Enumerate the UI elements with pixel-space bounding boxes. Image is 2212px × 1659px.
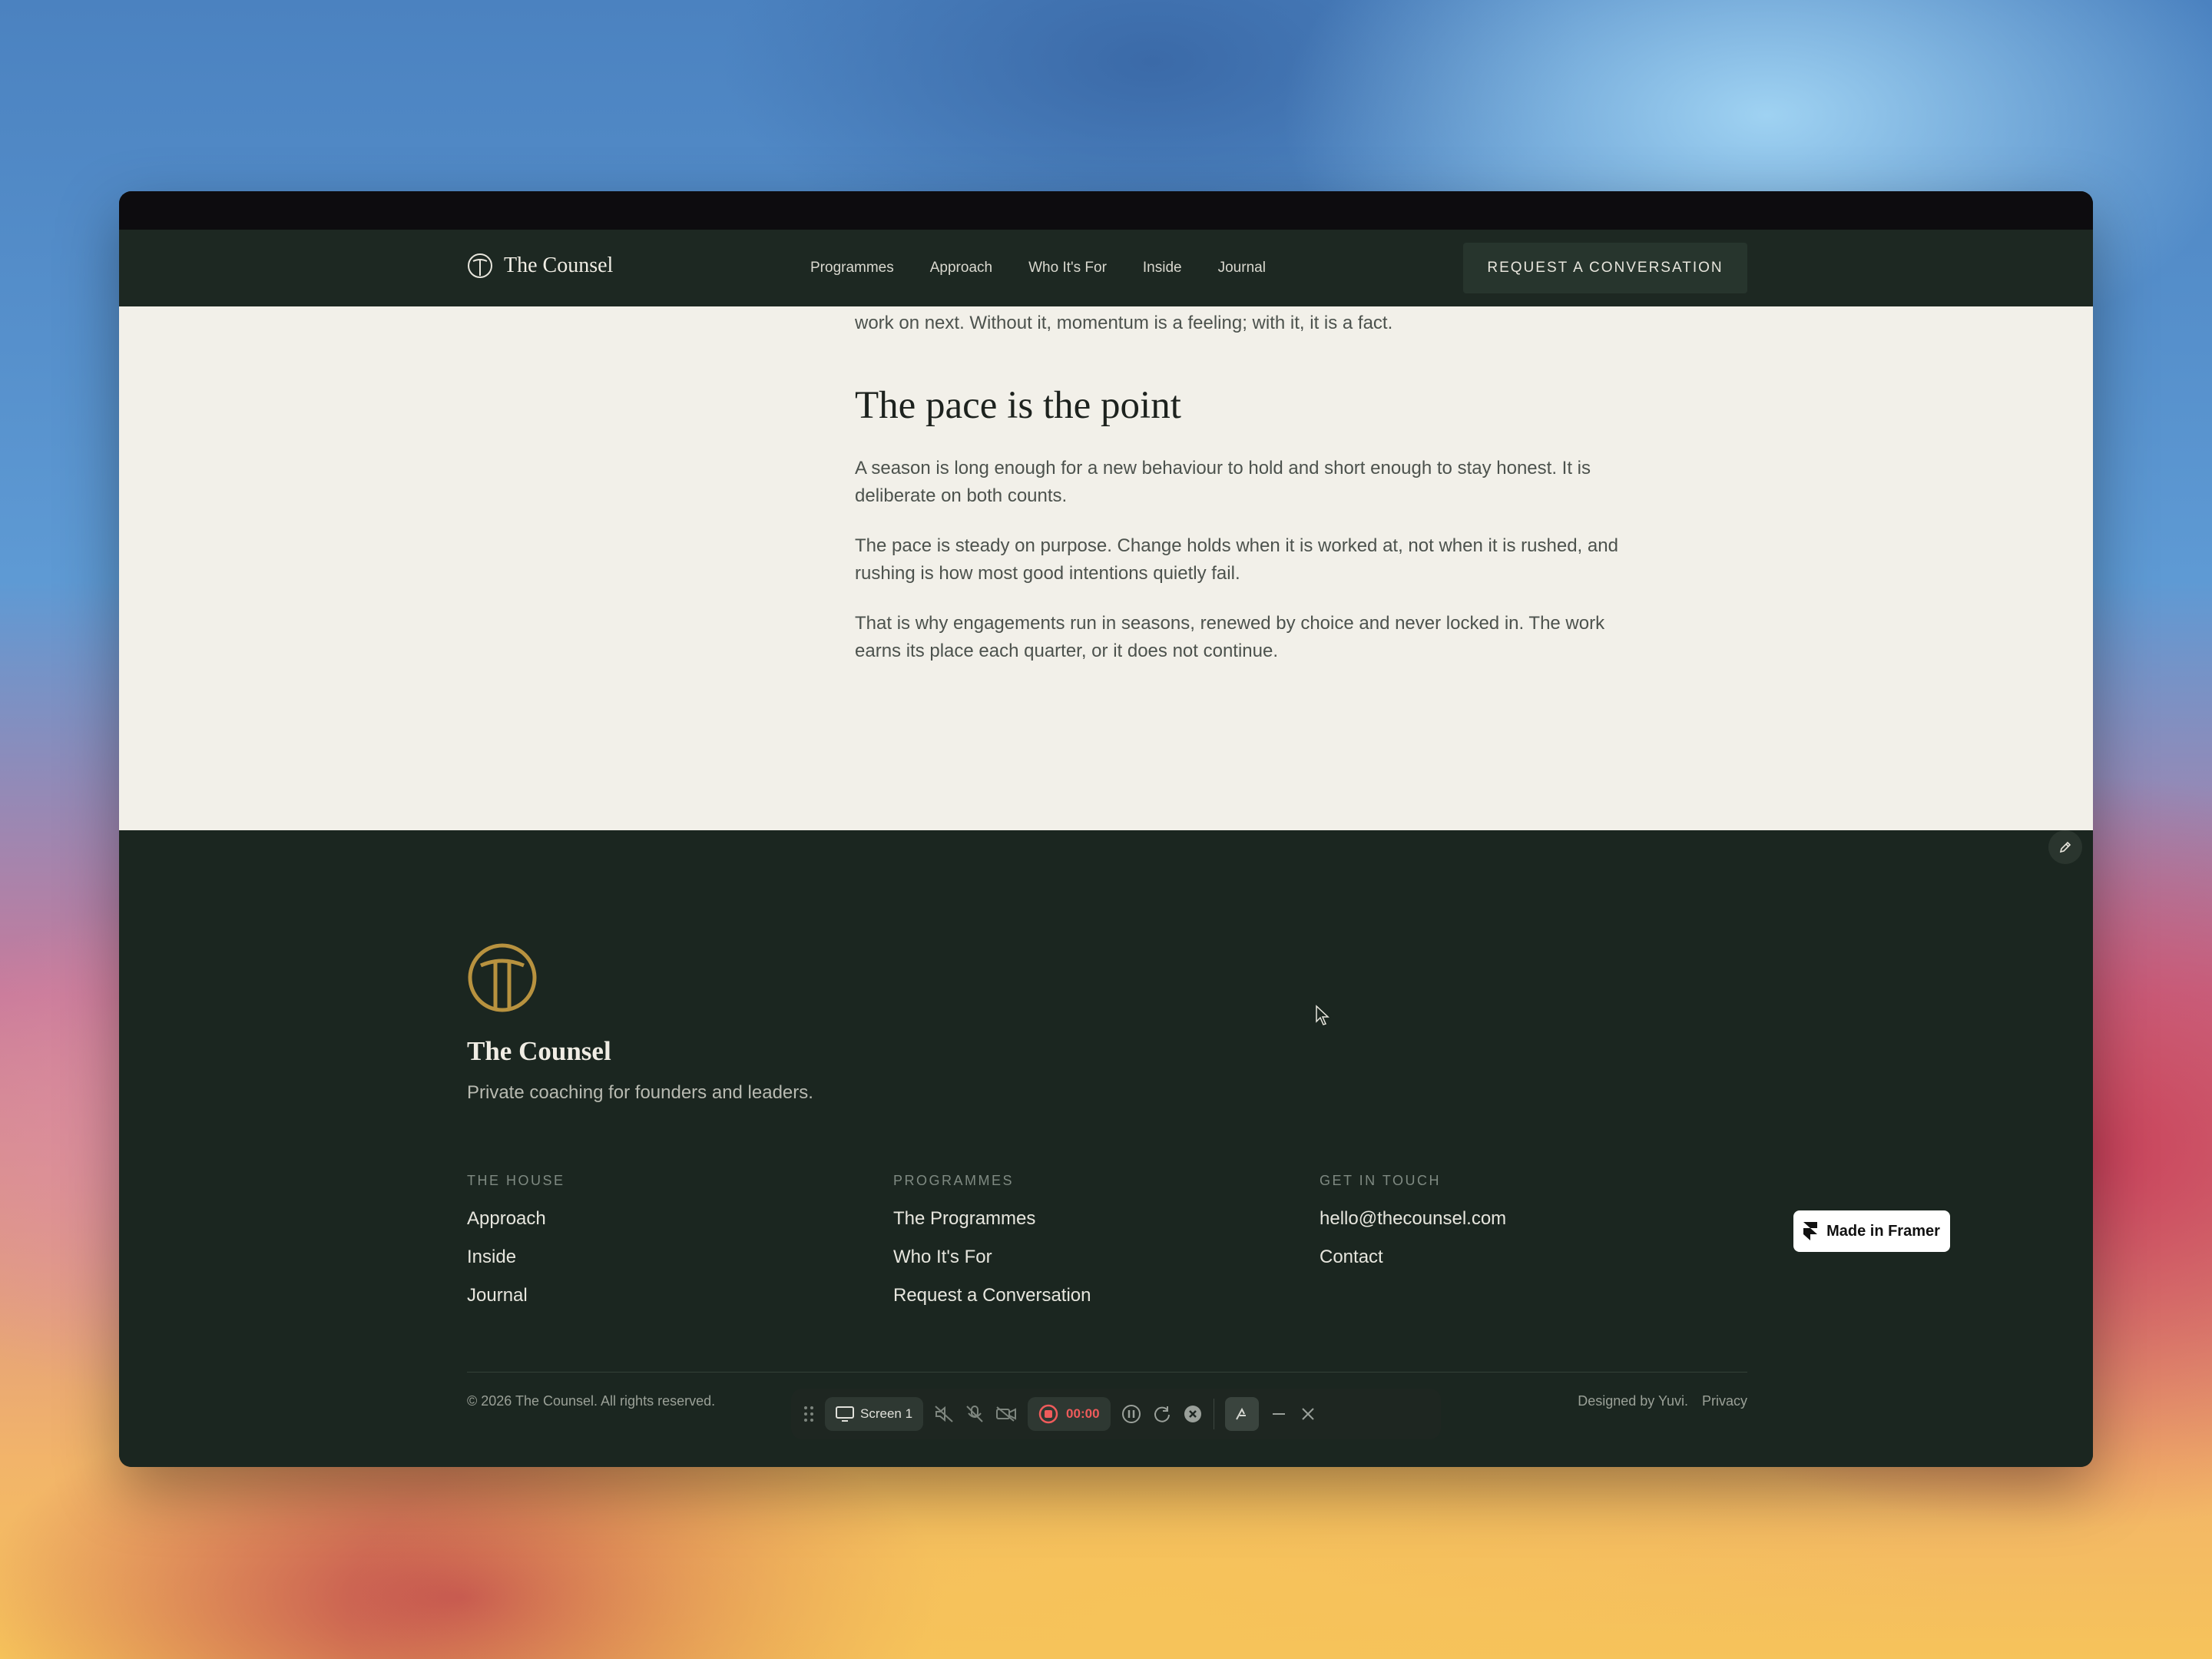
discard-icon[interactable] xyxy=(1183,1397,1203,1431)
footer-copyright: © 2026 The Counsel. All rights reserved. xyxy=(467,1393,716,1409)
nav-links: Programmes Approach Who It's For Inside … xyxy=(810,230,1266,306)
brand-name: The Counsel xyxy=(504,253,614,277)
footer-divider xyxy=(467,1372,1747,1373)
footer-link-who-its-for[interactable]: Who It's For xyxy=(893,1246,1091,1268)
footer-brand-name: The Counsel xyxy=(467,1036,611,1066)
made-in-framer-badge[interactable]: Made in Framer xyxy=(1793,1210,1950,1252)
made-in-framer-label: Made in Framer xyxy=(1826,1222,1940,1240)
article-paragraph: That is why engagements run in seasons, … xyxy=(855,613,1605,661)
footer-link-approach[interactable]: Approach xyxy=(467,1207,565,1230)
footer-link-email[interactable]: hello@thecounsel.com xyxy=(1320,1207,1506,1230)
pencil-icon xyxy=(2059,841,2071,853)
speaker-muted-icon[interactable] xyxy=(934,1397,954,1431)
nav-link-approach[interactable]: Approach xyxy=(930,260,992,276)
article-paragraph: A season is long enough for a new behavi… xyxy=(855,458,1591,506)
site-navbar: The Counsel Programmes Approach Who It's… xyxy=(119,230,2093,306)
footer-link-contact[interactable]: Contact xyxy=(1320,1246,1506,1268)
footer-column-programmes: PROGRAMMES The Programmes Who It's For R… xyxy=(893,1173,1091,1323)
pause-icon[interactable] xyxy=(1121,1397,1141,1431)
footer-column-heading: THE HOUSE xyxy=(467,1173,565,1188)
site-footer: The Counsel Private coaching for founder… xyxy=(119,830,2093,1467)
nav-link-programmes[interactable]: Programmes xyxy=(810,260,894,276)
footer-column-get-in-touch: GET IN TOUCH hello@thecounsel.com Contac… xyxy=(1320,1173,1506,1284)
article-heading: The pace is the point xyxy=(855,384,1181,427)
screen-select-button[interactable]: Screen 1 xyxy=(825,1397,924,1431)
designed-by-link[interactable]: Designed by Yuvi. xyxy=(1578,1393,1688,1409)
minimize-icon[interactable] xyxy=(1270,1397,1288,1431)
annotate-icon[interactable] xyxy=(1224,1397,1259,1431)
camera-off-icon[interactable] xyxy=(995,1397,1017,1431)
footer-column-heading: GET IN TOUCH xyxy=(1320,1173,1442,1188)
request-conversation-button[interactable]: REQUEST A CONVERSATION xyxy=(1463,243,1747,293)
mic-muted-icon[interactable] xyxy=(965,1397,985,1431)
record-timer: 00:00 xyxy=(1066,1406,1100,1421)
browser-window: The Counsel Programmes Approach Who It's… xyxy=(119,191,2093,1467)
footer-link-request-conversation[interactable]: Request a Conversation xyxy=(893,1284,1091,1306)
restart-icon[interactable] xyxy=(1152,1397,1172,1431)
mouse-cursor-icon xyxy=(1316,1005,1330,1025)
framer-logo-icon xyxy=(1803,1222,1818,1240)
footer-link-inside[interactable]: Inside xyxy=(467,1246,565,1268)
footer-tagline: Private coaching for founders and leader… xyxy=(467,1082,813,1103)
record-stop-icon xyxy=(1038,1404,1058,1424)
screen-recorder-toolbar: Screen 1 00:00 xyxy=(791,1389,1441,1439)
window-top-strip xyxy=(119,191,2093,230)
privacy-link[interactable]: Privacy xyxy=(1702,1393,1747,1409)
edit-button[interactable] xyxy=(2048,830,2082,864)
drag-handle-icon[interactable] xyxy=(803,1397,814,1431)
record-timer-button[interactable]: 00:00 xyxy=(1028,1397,1111,1431)
footer-legal-links: Designed by Yuvi. Privacy xyxy=(1559,1393,1747,1409)
brand-monogram-icon xyxy=(468,253,492,278)
close-icon[interactable] xyxy=(1299,1397,1317,1431)
monitor-icon xyxy=(836,1406,854,1422)
footer-link-the-programmes[interactable]: The Programmes xyxy=(893,1207,1091,1230)
article-lead-text: work on next. Without it, momentum is a … xyxy=(855,313,1393,333)
brand-logo-link[interactable]: The Counsel xyxy=(467,253,613,279)
footer-link-journal[interactable]: Journal xyxy=(467,1284,565,1306)
article-paragraph: The pace is steady on purpose. Change ho… xyxy=(855,535,1618,584)
article-content: work on next. Without it, momentum is a … xyxy=(119,306,2093,830)
nav-link-inside[interactable]: Inside xyxy=(1143,260,1182,276)
nav-link-journal[interactable]: Journal xyxy=(1218,260,1266,276)
nav-link-who-its-for[interactable]: Who It's For xyxy=(1028,260,1107,276)
screen-label: Screen 1 xyxy=(860,1406,913,1421)
footer-monogram-icon xyxy=(468,943,537,1012)
footer-column-heading: PROGRAMMES xyxy=(893,1173,1015,1188)
footer-column-the-house: THE HOUSE Approach Inside Journal xyxy=(467,1173,565,1323)
